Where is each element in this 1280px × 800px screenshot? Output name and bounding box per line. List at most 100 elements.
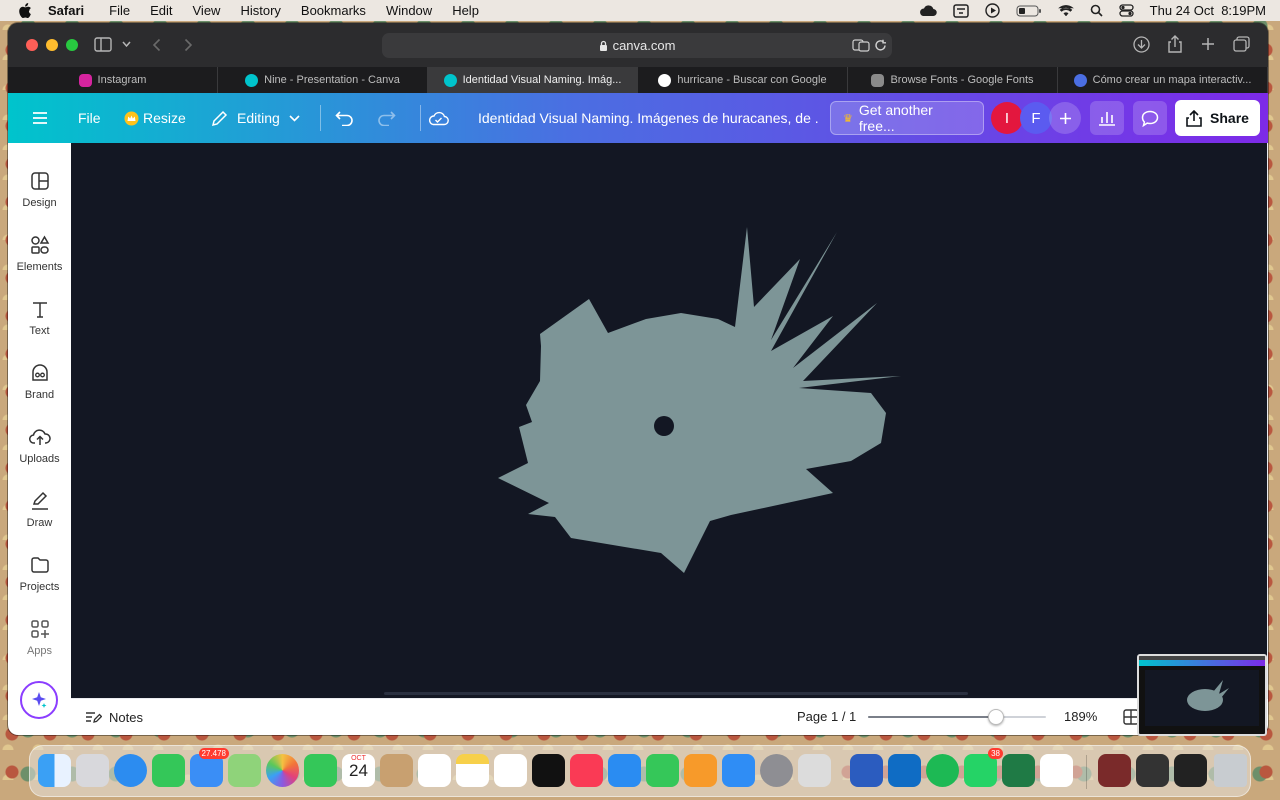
rail-design[interactable]: Design [8,163,71,219]
translate-icon[interactable] [952,3,969,18]
music-icon[interactable] [570,754,603,787]
preview-icon[interactable] [798,754,831,787]
numbers-icon[interactable] [646,754,679,787]
insights-button[interactable] [1090,93,1124,143]
translate-page-icon[interactable] [852,39,870,52]
search-icon[interactable] [1090,4,1103,17]
menu-app-name[interactable]: Safari [48,3,84,18]
main-menu-button[interactable] [32,93,48,143]
tab-overview-icon[interactable] [1233,36,1250,52]
pages-icon[interactable] [684,754,717,787]
rail-draw[interactable]: Draw [8,483,71,539]
invite-button[interactable] [1049,93,1081,143]
menu-file[interactable]: File [109,3,130,18]
avatar-f[interactable]: F [1020,93,1052,143]
comments-button[interactable] [1133,93,1167,143]
menu-history[interactable]: History [240,3,280,18]
zoom-percentage[interactable]: 189% [1064,709,1097,724]
tab-canva-presentation[interactable]: Nine - Presentation - Canva [218,67,428,93]
reminders-icon[interactable] [418,754,451,787]
freeform-icon[interactable] [494,754,527,787]
vscode-icon[interactable] [1040,754,1073,787]
control-center-icon[interactable] [1119,4,1134,17]
menu-clock[interactable]: Thu 24 Oct 8:19PM [1150,3,1266,18]
hurricane-shape[interactable] [498,227,901,573]
wifi-icon[interactable] [1057,4,1074,17]
finder-icon[interactable] [38,754,71,787]
window-thumbnail[interactable] [1137,654,1267,736]
system-settings-icon[interactable] [760,754,793,787]
recent-window-2-icon[interactable] [1136,754,1169,787]
avatar-i[interactable]: I [991,93,1023,143]
redo-button[interactable] [377,93,396,143]
menu-window[interactable]: Window [386,3,432,18]
tab-google-fonts[interactable]: Browse Fonts - Google Fonts [848,67,1058,93]
share-button[interactable]: Share [1175,93,1260,143]
sidebar-toggle-icon[interactable] [94,37,112,52]
battery-icon[interactable] [1016,5,1042,17]
rail-elements[interactable]: Elements [8,227,71,283]
menu-view[interactable]: View [193,3,221,18]
calendar-icon[interactable]: OCT 24 [342,754,375,787]
rail-uploads[interactable]: Uploads [8,419,71,475]
safari-icon[interactable] [114,754,147,787]
apple-menu-icon[interactable] [18,3,32,18]
zoom-slider[interactable] [868,709,1046,725]
keynote-icon[interactable] [608,754,641,787]
spotify-icon[interactable] [926,754,959,787]
hurricane-illustration[interactable] [71,143,1267,698]
recent-window-3-icon[interactable] [1174,754,1207,787]
reload-icon[interactable] [874,39,887,52]
notes-button[interactable]: Notes [85,699,143,735]
menu-help[interactable]: Help [452,3,479,18]
minimize-window-button[interactable] [46,39,58,51]
mail-icon[interactable]: 27.478 [190,748,229,787]
tab-google-hurricane[interactable]: hurricane - Buscar con Google [638,67,848,93]
horizontal-scrollbar[interactable] [384,692,968,695]
undo-button[interactable] [335,93,354,143]
downloads-icon[interactable] [1133,36,1150,53]
design-page[interactable] [71,143,1267,698]
rail-text[interactable]: Text [8,291,71,347]
tab-canva-active[interactable]: Identidad Visual Naming. Imág... [428,67,638,93]
zoom-window-button[interactable] [66,39,78,51]
menu-bookmarks[interactable]: Bookmarks [301,3,366,18]
address-bar[interactable]: canva.com [382,33,892,58]
upgrade-button[interactable]: ♛ Get another free... [830,93,984,143]
tv-icon[interactable] [532,754,565,787]
launchpad-icon[interactable] [76,754,109,787]
notes-app-icon[interactable] [456,754,489,787]
editing-mode-button[interactable]: Editing [211,93,300,143]
new-tab-icon[interactable] [1201,37,1215,51]
messages-icon[interactable] [152,754,185,787]
save-status-button[interactable] [428,93,449,143]
close-window-button[interactable] [26,39,38,51]
whatsapp-icon[interactable]: 38 [964,748,1003,787]
tab-mapa-interactivo[interactable]: Cómo crear un mapa interactiv... [1058,67,1268,93]
facetime-icon[interactable] [304,754,337,787]
rail-brand[interactable]: Brand [8,355,71,411]
zoom-slider-thumb[interactable] [988,709,1005,725]
menu-edit[interactable]: Edit [150,3,172,18]
resize-button[interactable]: Resize [124,93,186,143]
rail-apps[interactable]: Apps [8,611,71,667]
recent-window-1-icon[interactable] [1098,754,1131,787]
back-icon[interactable] [152,38,161,52]
file-menu-button[interactable]: File [78,93,101,143]
word-icon[interactable] [850,754,883,787]
tab-instagram[interactable]: Instagram [8,67,218,93]
outlook-icon[interactable] [888,754,921,787]
maps-icon[interactable] [228,754,261,787]
excel-icon[interactable] [1002,754,1035,787]
rail-projects[interactable]: Projects [8,547,71,603]
contacts-icon[interactable] [380,754,413,787]
document-title[interactable]: Identidad Visual Naming. Imágenes de hur… [478,93,818,143]
app-store-icon[interactable] [722,754,755,787]
share-page-icon[interactable] [1168,35,1182,53]
trash-icon[interactable] [1214,754,1247,787]
photos-icon[interactable] [266,754,299,787]
icloud-icon[interactable] [919,4,937,17]
forward-icon[interactable] [184,38,193,52]
page-indicator[interactable]: Page 1 / 1 [797,709,856,724]
magic-assistant-button[interactable] [20,681,58,719]
